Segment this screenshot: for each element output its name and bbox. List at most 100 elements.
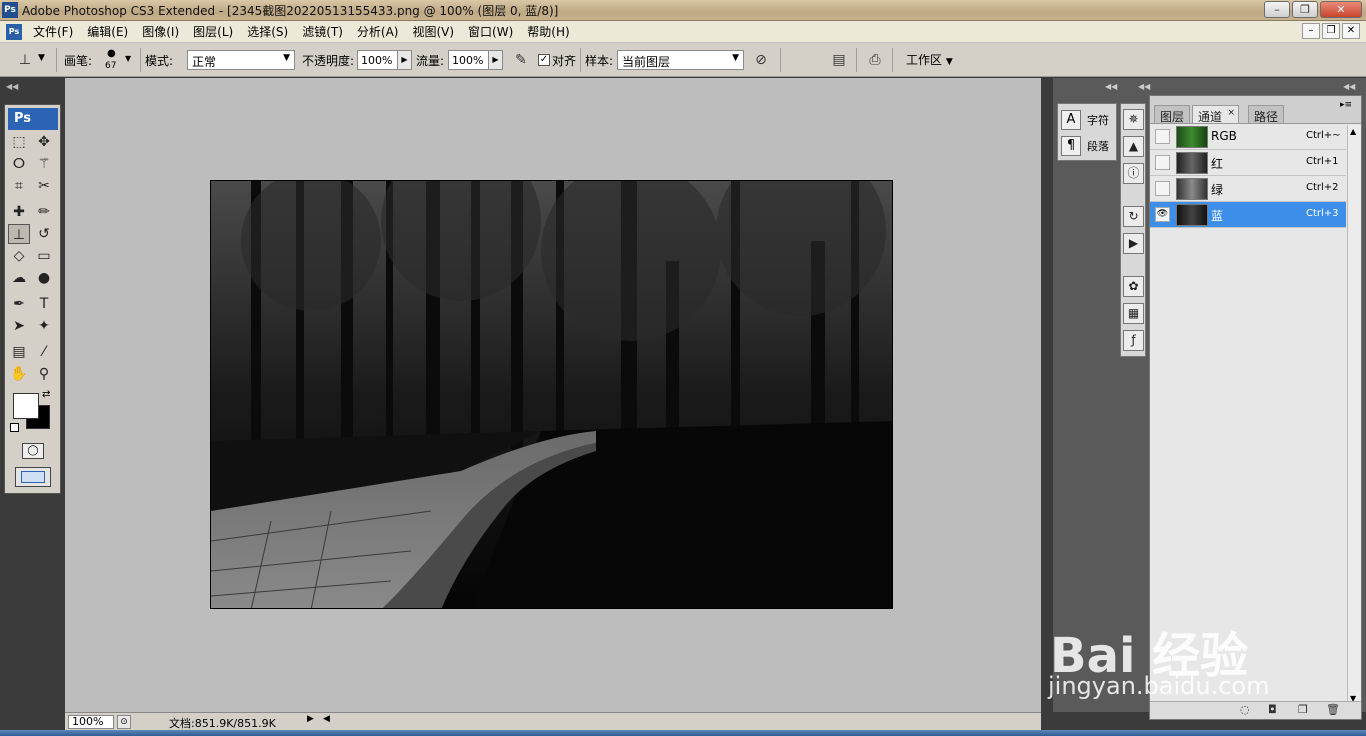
channel-row-green[interactable]: 绿 Ctrl+2: [1150, 176, 1346, 202]
custom-shape-tool-icon[interactable]: ✦: [33, 316, 55, 336]
move-tool-icon[interactable]: ✥: [33, 132, 55, 152]
workspace-button[interactable]: 工作区 ▼: [906, 51, 953, 68]
panel-menu-icon[interactable]: ▸≡: [1340, 100, 1352, 110]
hand-tool-icon[interactable]: ✋: [8, 364, 30, 384]
restore-button[interactable]: ❐: [1292, 1, 1318, 18]
swap-colors-icon[interactable]: ⇄: [42, 389, 50, 400]
collapse-arrows-icon[interactable]: ◀◀: [1138, 82, 1150, 91]
notes-tool-icon[interactable]: ▤: [8, 342, 30, 362]
menu-layer[interactable]: 图层(L): [186, 23, 240, 40]
load-selection-icon[interactable]: ◌: [1240, 703, 1250, 716]
tab-layers[interactable]: 图层: [1154, 105, 1191, 124]
history-brush-tool-icon[interactable]: ↺: [33, 224, 55, 244]
slice-tool-icon[interactable]: ✂: [33, 176, 55, 196]
aligned-checkbox[interactable]: ✓: [538, 54, 550, 66]
menu-help[interactable]: 帮助(H): [520, 23, 576, 40]
windows-taskbar[interactable]: [0, 730, 1366, 736]
collapse-arrows-icon[interactable]: ◀◀: [6, 82, 18, 91]
eyedropper-tool-icon[interactable]: ⁄: [33, 342, 55, 362]
pen-tool-icon[interactable]: ✒: [8, 294, 30, 314]
ignore-adjustment-layers-icon[interactable]: ⊘: [750, 50, 772, 70]
doc-minimize-button[interactable]: –: [1302, 23, 1320, 39]
screen-mode-icon[interactable]: [15, 467, 51, 487]
default-colors-icon[interactable]: [10, 423, 19, 432]
visibility-toggle[interactable]: [1155, 181, 1170, 196]
history-icon[interactable]: ↻: [1123, 206, 1144, 227]
canvas-area[interactable]: [65, 78, 1041, 712]
info-icon[interactable]: ⓘ: [1123, 163, 1144, 184]
healing-brush-tool-icon[interactable]: ✚: [8, 202, 30, 222]
tab-paths[interactable]: 路径: [1248, 105, 1285, 124]
channel-row-blue[interactable]: 👁 蓝 Ctrl+3: [1150, 202, 1346, 228]
delete-channel-icon[interactable]: 🗑: [1326, 703, 1340, 716]
document-image[interactable]: [210, 180, 893, 609]
quick-mask-icon[interactable]: ◯: [22, 443, 44, 459]
document-ps-icon[interactable]: Ps: [6, 23, 22, 40]
collapse-arrows-icon[interactable]: ◀◀: [1343, 82, 1355, 91]
doc-restore-button[interactable]: ❐: [1322, 23, 1340, 39]
new-channel-icon[interactable]: ❐: [1298, 703, 1308, 716]
menu-filter[interactable]: 滤镜(T): [295, 23, 350, 40]
menu-view[interactable]: 视图(V): [405, 23, 461, 40]
dodge-tool-icon[interactable]: ●: [33, 268, 55, 288]
airbrush-icon[interactable]: ✎: [510, 50, 532, 70]
visibility-toggle[interactable]: [1155, 129, 1170, 144]
scroll-up-icon[interactable]: ▲: [1350, 127, 1356, 136]
histogram-icon[interactable]: ▲: [1123, 136, 1144, 157]
menu-edit[interactable]: 编辑(E): [80, 23, 135, 40]
gradient-tool-icon[interactable]: ▭: [33, 246, 55, 266]
crop-tool-icon[interactable]: ⌗: [8, 176, 30, 196]
brush-tool-icon[interactable]: ✏: [33, 202, 55, 222]
menu-window[interactable]: 窗口(W): [461, 23, 520, 40]
scroll-left-icon[interactable]: ◀: [323, 714, 330, 724]
menu-analysis[interactable]: 分析(A): [350, 23, 406, 40]
foreground-color-swatch[interactable]: [13, 393, 39, 419]
menu-image[interactable]: 图像(I): [135, 23, 186, 40]
zoom-tool-icon[interactable]: ⚲: [33, 364, 55, 384]
collapse-arrows-icon[interactable]: ◀◀: [1105, 82, 1117, 91]
character-panel-button[interactable]: A 字符: [1061, 110, 1109, 130]
grid-icon[interactable]: ▦: [1123, 303, 1144, 324]
close-icon[interactable]: ×: [1227, 108, 1235, 118]
brush-picker[interactable]: ● 67 ▼: [100, 48, 136, 74]
paragraph-panel-button[interactable]: ¶ 段落: [1061, 136, 1109, 156]
channel-row-red[interactable]: 红 Ctrl+1: [1150, 150, 1346, 176]
zoom-field[interactable]: 100%: [68, 715, 114, 729]
close-button[interactable]: ✕: [1320, 1, 1362, 18]
palette-well-icon[interactable]: ▤: [828, 50, 850, 70]
menu-file[interactable]: 文件(F): [26, 23, 80, 40]
flow-slider-icon[interactable]: ▶: [488, 51, 502, 69]
clone-stamp-tool-preset-icon[interactable]: ⊥: [14, 50, 36, 70]
minimize-button[interactable]: –: [1264, 1, 1290, 18]
status-menu-arrow-icon[interactable]: ▶: [307, 714, 319, 728]
info-toggle-icon[interactable]: ⊙: [117, 715, 131, 729]
panel-scrollbar[interactable]: ▲ ▼: [1347, 125, 1361, 705]
navigator-icon[interactable]: ✵: [1123, 109, 1144, 130]
tab-channels[interactable]: 通道 ×: [1192, 105, 1240, 124]
blur-tool-icon[interactable]: ☁: [8, 268, 30, 288]
eye-icon[interactable]: 👁: [1155, 207, 1170, 222]
menu-select[interactable]: 选择(S): [240, 23, 295, 40]
type-tool-icon[interactable]: T: [33, 294, 55, 314]
tool-preset-dropdown-icon[interactable]: ▼: [38, 53, 45, 63]
swatches-icon[interactable]: ✿: [1123, 276, 1144, 297]
channel-row-rgb[interactable]: RGB Ctrl+~: [1150, 124, 1346, 150]
opacity-slider-icon[interactable]: ▶: [397, 51, 411, 69]
opacity-input[interactable]: 100% ▶: [357, 50, 412, 70]
eraser-tool-icon[interactable]: ◇: [8, 246, 30, 266]
actions-icon[interactable]: ▶: [1123, 233, 1144, 254]
sample-select[interactable]: 当前图层 ▼: [617, 50, 744, 70]
sample-value: 当前图层: [622, 55, 671, 69]
styles-fx-icon[interactable]: ƒ: [1123, 330, 1144, 351]
marquee-tool-icon[interactable]: ⬚: [8, 132, 30, 152]
path-selection-tool-icon[interactable]: ➤: [8, 316, 30, 336]
visibility-toggle[interactable]: [1155, 155, 1170, 170]
go-to-bridge-icon[interactable]: ⎙: [864, 50, 886, 70]
mode-select[interactable]: 正常 ▼: [187, 50, 295, 70]
save-selection-icon[interactable]: ◘: [1268, 703, 1277, 716]
clone-stamp-tool-icon[interactable]: ⊥: [8, 224, 30, 244]
flow-input[interactable]: 100% ▶: [448, 50, 503, 70]
doc-close-button[interactable]: ✕: [1342, 23, 1360, 39]
lasso-tool-icon[interactable]: ⵔ: [8, 154, 30, 174]
magic-wand-tool-icon[interactable]: ⚚: [33, 154, 55, 174]
